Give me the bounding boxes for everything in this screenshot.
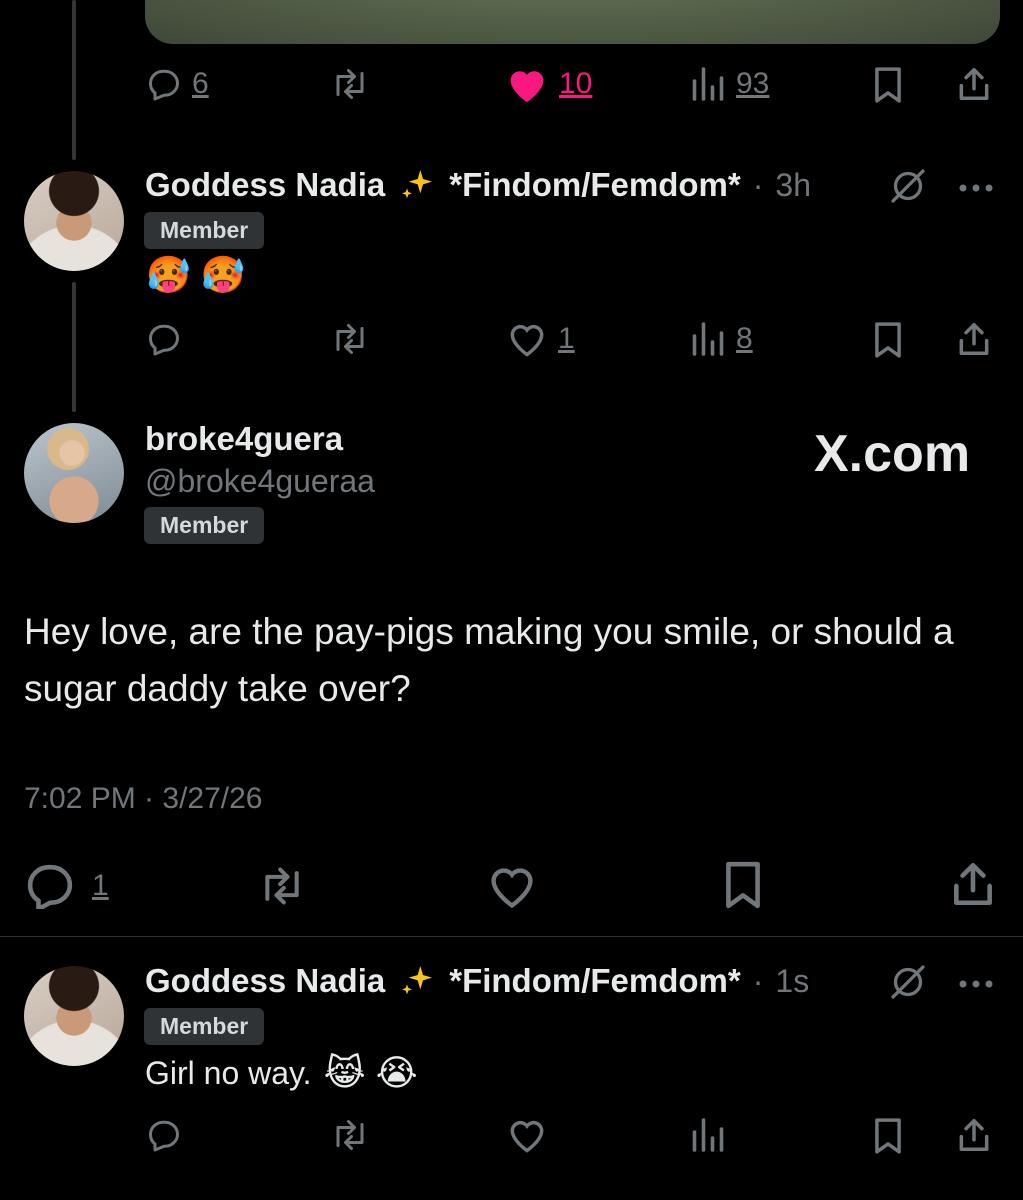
post-emoji: 😹 😭 bbox=[323, 1052, 418, 1093]
brand-watermark: X.com bbox=[814, 425, 971, 483]
share-upload-icon bbox=[959, 68, 989, 100]
post-body-text: Hey love, are the pay-pigs making you sm… bbox=[24, 611, 954, 709]
share-upload-icon bbox=[959, 1119, 989, 1151]
speech-bubble-icon bbox=[149, 324, 179, 356]
repost-arrows-icon bbox=[265, 867, 299, 905]
bookmark-button[interactable] bbox=[870, 66, 906, 104]
post-timestamp[interactable]: 7:02 PM · 3/27/26 bbox=[24, 782, 262, 816]
author-name[interactable]: Goddess Nadia bbox=[145, 962, 385, 1000]
heart-icon bbox=[510, 71, 544, 103]
like-button[interactable] bbox=[486, 862, 538, 910]
repost-button[interactable] bbox=[254, 864, 310, 908]
reply-header: Goddess Nadia *Findom/Femdom* · 3h bbox=[145, 165, 811, 205]
bookmark-icon bbox=[875, 1118, 901, 1154]
avatar[interactable] bbox=[24, 171, 124, 271]
bar-chart-icon bbox=[692, 67, 724, 101]
view-count: 93 bbox=[736, 67, 770, 100]
post-media-image[interactable] bbox=[145, 0, 1000, 44]
repost-button[interactable] bbox=[330, 321, 370, 357]
reply-button[interactable] bbox=[146, 321, 182, 357]
share-button[interactable] bbox=[955, 1115, 993, 1155]
separator-dot: · bbox=[752, 962, 764, 999]
views-button[interactable]: 8 bbox=[690, 321, 753, 357]
repost-button[interactable] bbox=[330, 1117, 370, 1153]
post-text-row: Girl no way. 😹 😭 bbox=[145, 1052, 418, 1094]
reply-count: 6 bbox=[192, 67, 209, 100]
more-dots-icon bbox=[959, 184, 993, 192]
speech-bubble-icon bbox=[149, 1120, 179, 1152]
more-button[interactable] bbox=[958, 976, 994, 994]
repost-arrows-icon bbox=[336, 69, 364, 99]
like-count: 10 bbox=[559, 67, 593, 100]
speech-bubble-icon bbox=[149, 69, 179, 101]
share-upload-icon bbox=[959, 323, 989, 355]
author-name-suffix: *Findom/Femdom* bbox=[449, 962, 741, 999]
bookmark-button[interactable] bbox=[870, 1117, 906, 1155]
heart-icon bbox=[510, 324, 544, 357]
more-button[interactable] bbox=[958, 180, 994, 198]
repost-arrows-icon bbox=[336, 1120, 364, 1150]
thread-line bbox=[72, 282, 76, 412]
post-time[interactable]: 3h bbox=[775, 167, 811, 204]
repost-button[interactable] bbox=[330, 66, 370, 102]
heart-icon bbox=[491, 868, 533, 909]
share-button[interactable] bbox=[955, 64, 993, 104]
share-button[interactable] bbox=[948, 858, 998, 910]
member-badge: Member bbox=[144, 1008, 265, 1045]
sparkles-icon bbox=[402, 170, 433, 199]
bar-chart-icon bbox=[692, 322, 724, 356]
bookmark-icon bbox=[875, 67, 901, 103]
heart-icon bbox=[510, 1120, 544, 1153]
share-button[interactable] bbox=[955, 319, 993, 359]
views-button[interactable] bbox=[690, 1117, 726, 1153]
reply-button[interactable]: 6 bbox=[146, 66, 209, 102]
sparkles-icon bbox=[402, 966, 433, 995]
reply-button[interactable]: 1 bbox=[24, 863, 109, 909]
separator-dot: · bbox=[752, 166, 764, 203]
member-badge: Member bbox=[144, 212, 265, 249]
grok-button[interactable] bbox=[888, 962, 928, 1007]
bookmark-button[interactable] bbox=[720, 860, 766, 910]
bookmark-button[interactable] bbox=[870, 321, 906, 359]
grok-button[interactable] bbox=[888, 166, 928, 211]
speech-bubble-icon bbox=[27, 864, 73, 909]
avatar[interactable] bbox=[24, 423, 124, 523]
more-dots-icon bbox=[959, 980, 993, 988]
slashed-circle-icon bbox=[891, 169, 925, 203]
like-button[interactable]: 10 bbox=[505, 64, 592, 104]
like-button[interactable] bbox=[506, 1116, 548, 1154]
like-count: 1 bbox=[558, 322, 575, 355]
avatar[interactable] bbox=[24, 966, 124, 1066]
post-text: Girl no way. bbox=[145, 1054, 312, 1091]
share-upload-icon bbox=[954, 862, 992, 906]
repost-arrows-icon bbox=[336, 324, 364, 354]
author-name[interactable]: Goddess Nadia bbox=[145, 166, 385, 204]
like-button[interactable]: 1 bbox=[506, 320, 575, 358]
display-name[interactable]: broke4guera bbox=[145, 420, 343, 458]
slashed-circle-icon bbox=[891, 965, 925, 999]
author-name-suffix: *Findom/Femdom* bbox=[449, 166, 741, 203]
post-time[interactable]: 1s bbox=[775, 963, 809, 1000]
thread-line bbox=[72, 0, 76, 160]
bookmark-icon bbox=[726, 861, 760, 909]
reply-count: 1 bbox=[92, 869, 109, 902]
views-button[interactable]: 93 bbox=[690, 66, 769, 102]
bookmark-icon bbox=[875, 322, 901, 358]
reply-header: Goddess Nadia *Findom/Femdom* · 1s bbox=[145, 961, 809, 1001]
view-count: 8 bbox=[736, 322, 753, 355]
post-text: 🥵 🥵 bbox=[146, 254, 246, 295]
divider bbox=[0, 936, 1023, 937]
bar-chart-icon bbox=[692, 1118, 724, 1152]
user-handle[interactable]: @broke4gueraa bbox=[145, 463, 375, 500]
member-badge: Member bbox=[144, 507, 265, 544]
reply-button[interactable] bbox=[146, 1117, 182, 1153]
